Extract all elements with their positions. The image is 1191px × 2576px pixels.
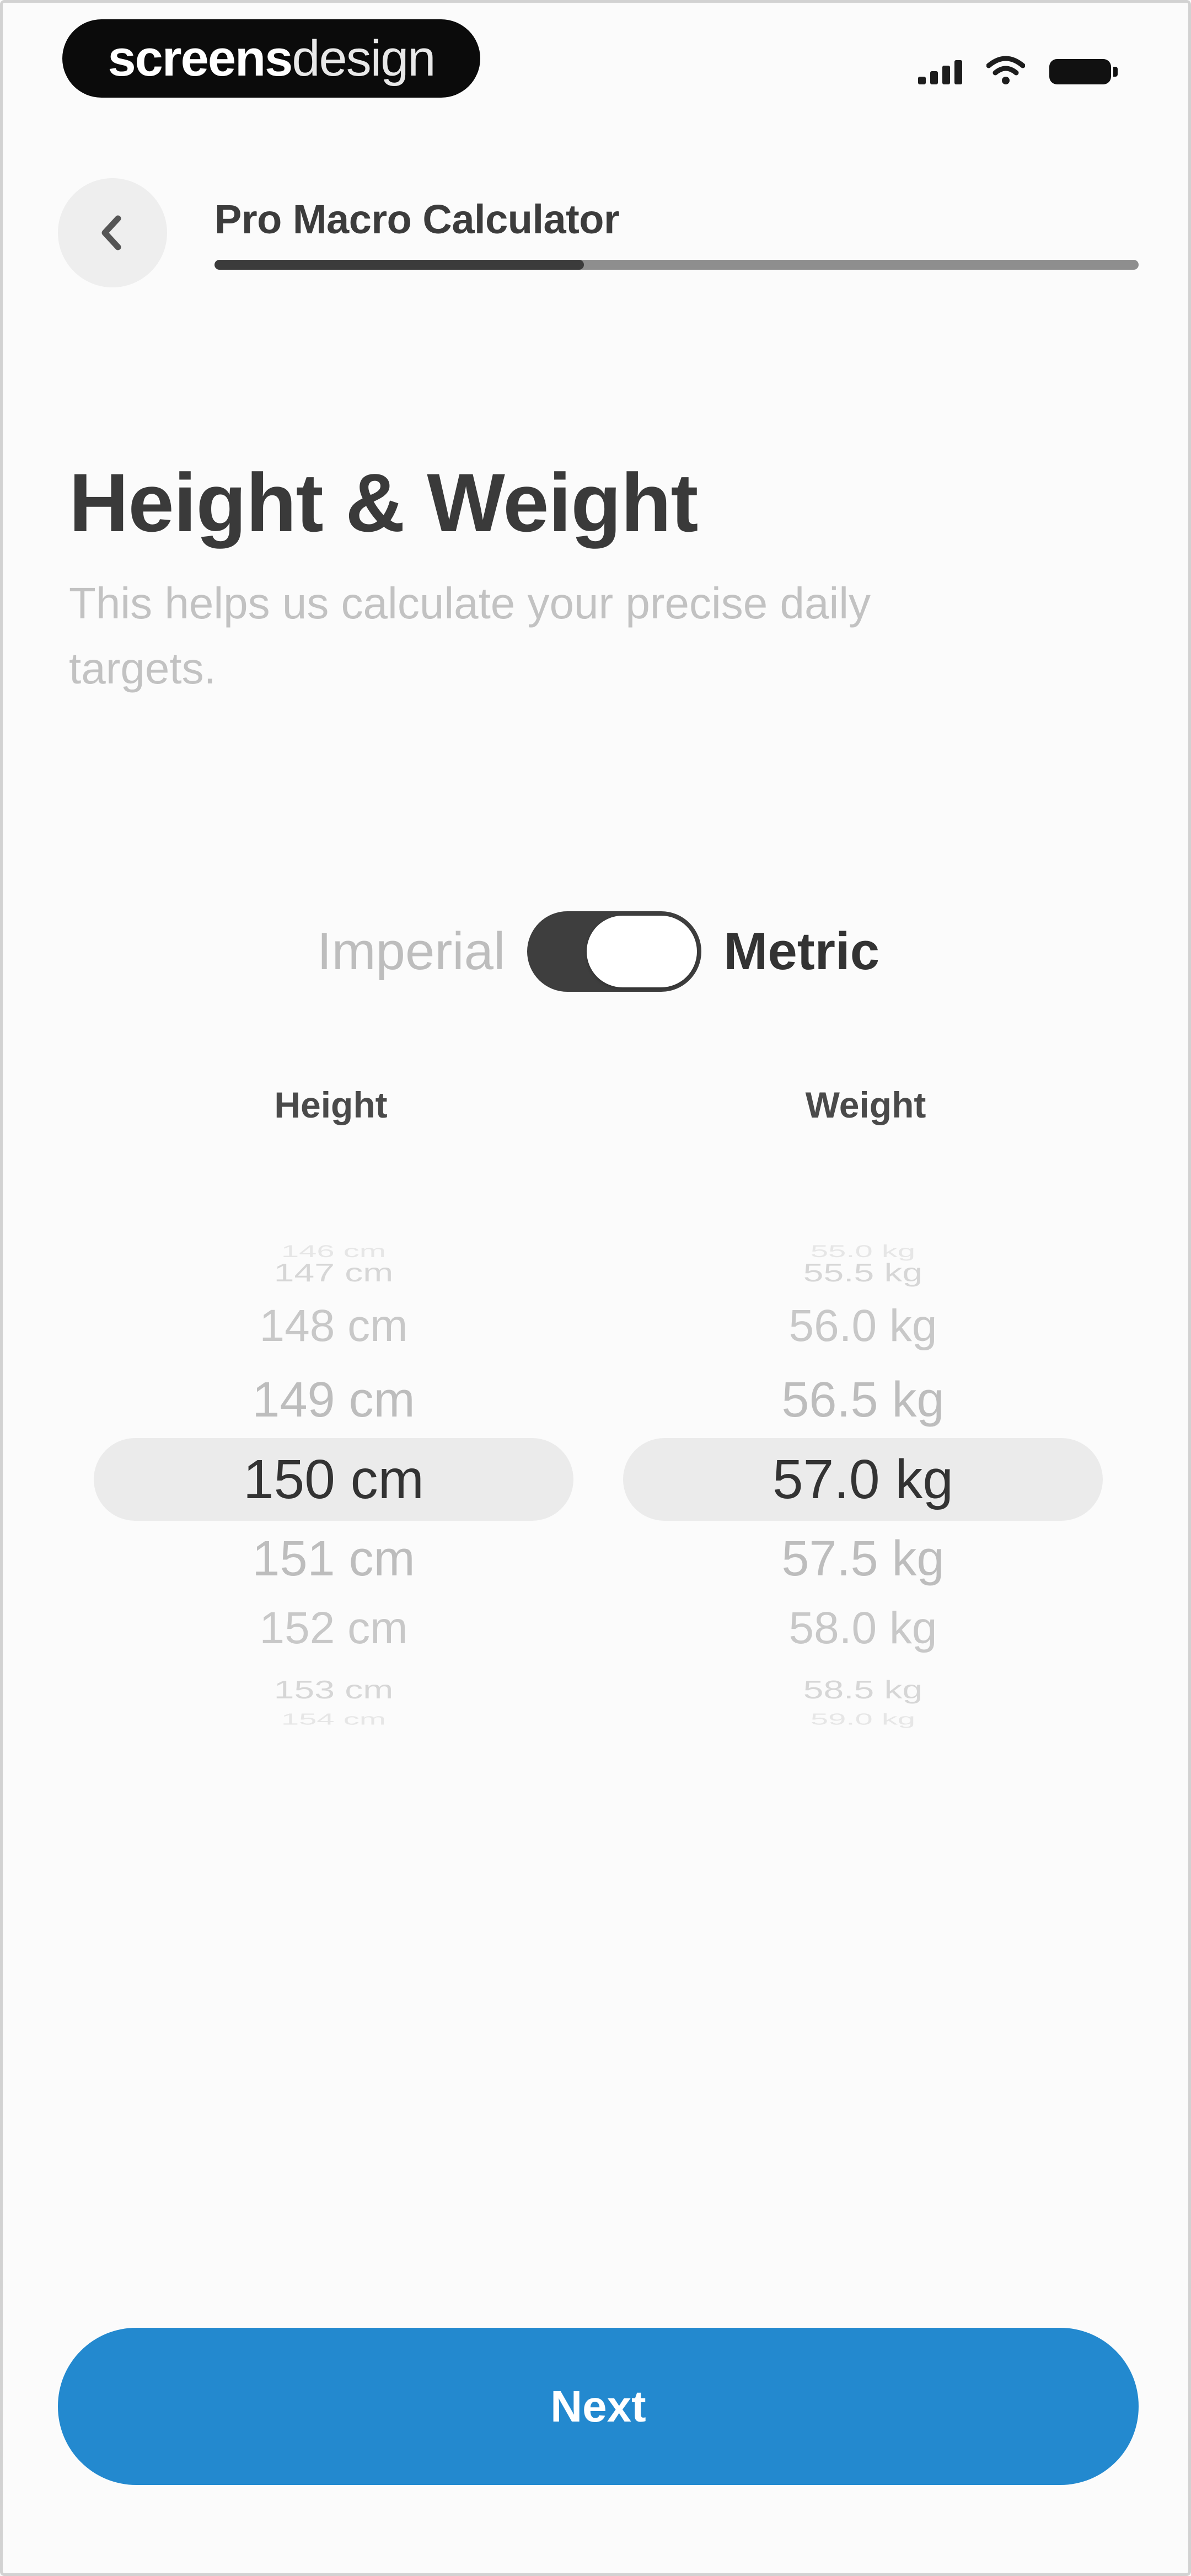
weight-option[interactable]: 59.0 kg bbox=[623, 1710, 1103, 1729]
phone-frame: screensdesign Pro Macro Calculator Heigh… bbox=[0, 0, 1191, 2576]
cellular-signal-icon bbox=[918, 58, 962, 84]
height-column-label: Height bbox=[274, 1084, 388, 1125]
brand-text: screensdesign bbox=[108, 30, 436, 87]
height-option[interactable]: 151 cm bbox=[94, 1531, 573, 1588]
weight-column-label: Weight bbox=[805, 1084, 926, 1125]
progress-bar bbox=[214, 260, 1139, 270]
weight-picker[interactable]: 55.0 kg 55.5 kg 56.0 kg 56.5 kg 57.0 kg … bbox=[623, 1233, 1103, 1729]
page-subtitle: This helps us calculate your precise dai… bbox=[69, 579, 871, 693]
header-title: Pro Macro Calculator bbox=[214, 196, 620, 242]
unit-toggle[interactable] bbox=[527, 911, 702, 992]
weight-option[interactable]: 56.5 kg bbox=[623, 1372, 1103, 1429]
chevron-left-icon bbox=[101, 215, 121, 250]
height-option[interactable]: 154 cm bbox=[94, 1710, 573, 1729]
status-icons bbox=[918, 56, 1118, 84]
imperial-label[interactable]: Imperial bbox=[317, 921, 505, 982]
height-option[interactable]: 152 cm bbox=[94, 1602, 573, 1654]
height-option[interactable]: 153 cm bbox=[94, 1675, 573, 1704]
weight-option-selected[interactable]: 57.0 kg bbox=[623, 1448, 1103, 1511]
height-picker[interactable]: 146 cm 147 cm 148 cm 149 cm 150 cm 151 c… bbox=[94, 1233, 573, 1729]
metric-label[interactable]: Metric bbox=[723, 921, 879, 982]
height-option[interactable]: 148 cm bbox=[94, 1300, 573, 1352]
height-option[interactable]: 149 cm bbox=[94, 1372, 573, 1429]
battery-icon bbox=[1049, 59, 1118, 84]
toggle-knob bbox=[587, 916, 698, 987]
unit-toggle-row: Imperial Metric bbox=[3, 907, 1191, 996]
brand-logo: screensdesign bbox=[62, 19, 480, 98]
wifi-icon bbox=[986, 56, 1025, 84]
next-button[interactable]: Next bbox=[58, 2328, 1139, 2485]
weight-option[interactable]: 58.5 kg bbox=[623, 1675, 1103, 1704]
weight-option[interactable]: 58.0 kg bbox=[623, 1602, 1103, 1654]
back-button[interactable] bbox=[58, 178, 167, 287]
height-option-selected[interactable]: 150 cm bbox=[94, 1448, 573, 1511]
height-option[interactable]: 147 cm bbox=[94, 1258, 573, 1287]
weight-option[interactable]: 55.5 kg bbox=[623, 1258, 1103, 1287]
progress-fill bbox=[214, 260, 584, 270]
weight-option[interactable]: 56.0 kg bbox=[623, 1300, 1103, 1352]
weight-option[interactable]: 57.5 kg bbox=[623, 1531, 1103, 1588]
page-title: Height & Weight bbox=[69, 456, 698, 549]
